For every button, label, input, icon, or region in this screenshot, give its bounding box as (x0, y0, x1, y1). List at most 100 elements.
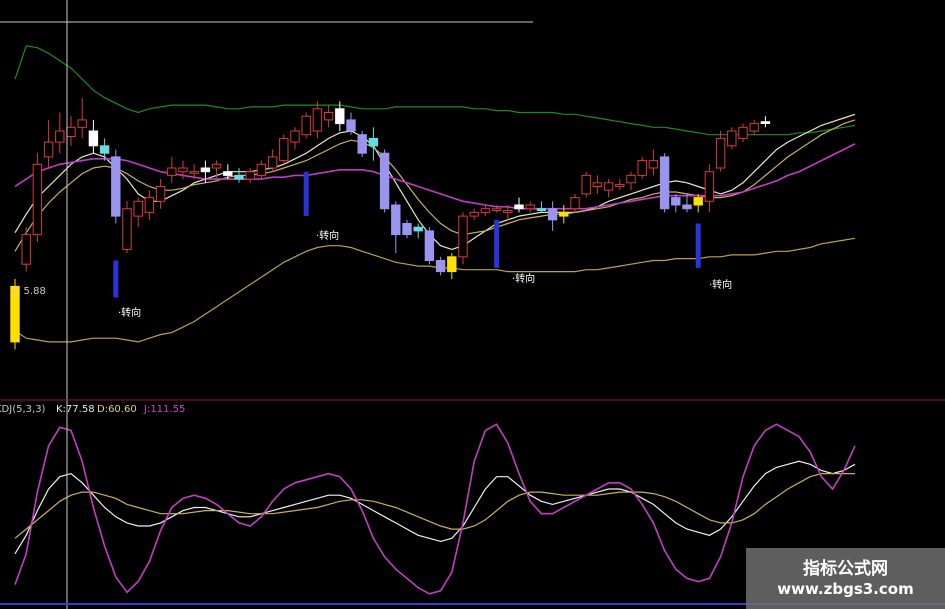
candle (603, 179, 614, 198)
candle-body (435, 260, 446, 273)
candle-body (301, 115, 311, 136)
candle (32, 153, 43, 242)
candle (402, 219, 412, 239)
candle (55, 112, 65, 154)
candle-body (267, 156, 278, 169)
candle-body (536, 208, 547, 211)
candle-body (659, 156, 670, 210)
candle-body (637, 160, 647, 176)
candle-body (99, 145, 110, 154)
candle (715, 131, 726, 172)
candle (637, 156, 647, 180)
candle-body (379, 152, 390, 210)
kdj-line-k (14, 460, 856, 555)
candle (346, 112, 356, 135)
candle (626, 171, 636, 191)
candle (615, 179, 625, 191)
candle (547, 201, 558, 231)
turn-signal-label-1: ·转向 (118, 306, 141, 319)
candle (368, 127, 379, 161)
candle-body (290, 130, 300, 143)
kdj-j-value: J:111.55 (143, 404, 185, 415)
chart-canvas[interactable]: ← 5.88 ·转向 ·转向 ·转向 ·转向 KDJ(5,3,3) K:77.5… (0, 0, 945, 609)
candle (99, 138, 110, 161)
candle-body (413, 226, 423, 232)
candle-body (279, 137, 289, 162)
candle (727, 127, 737, 150)
candle-body (66, 126, 76, 138)
watermark-url: www.zbgs3.com (777, 580, 914, 598)
candle-body (178, 167, 188, 173)
watermark-badge: 指标公式网 www.zbgs3.com (746, 548, 945, 609)
candle-body (615, 184, 625, 187)
candle (458, 212, 468, 265)
series-line-boll-upper (14, 45, 856, 136)
candle (447, 253, 457, 279)
candle-body (211, 163, 222, 169)
candle (570, 193, 580, 213)
candle-body (671, 197, 681, 206)
kline-chart-window: ← 5.88 ·转向 ·转向 ·转向 ·转向 KDJ(5,3,3) K:77.5… (0, 0, 945, 609)
candle-body (570, 197, 580, 210)
candle (424, 227, 435, 265)
candle-body (648, 160, 659, 169)
candle-body (738, 126, 748, 139)
candle-body (447, 256, 457, 273)
candle (749, 119, 759, 135)
candle (559, 205, 569, 224)
candle (760, 116, 771, 128)
candle (514, 197, 524, 213)
candle-body (402, 223, 412, 236)
candle (682, 193, 692, 213)
candle (671, 193, 681, 213)
candle (279, 134, 289, 165)
candle (301, 112, 311, 139)
candle-body (749, 123, 759, 132)
candle-body (503, 210, 513, 213)
candle (21, 227, 31, 272)
candle (256, 160, 267, 180)
candle-body (111, 156, 121, 217)
candle-body (234, 174, 244, 180)
watermark-title: 指标公式网 (803, 559, 888, 579)
candle (379, 149, 390, 213)
kdj-k-value: K:77.58 (56, 404, 95, 415)
candle-body (704, 171, 715, 202)
candle (245, 168, 255, 183)
candle-body (32, 163, 43, 236)
candle (469, 208, 479, 220)
candle-body (122, 208, 132, 250)
candle-body (682, 204, 692, 210)
kdj-lines (14, 423, 856, 595)
candle (659, 153, 670, 213)
kdj-indicator-name: KDJ(5,3,3) (0, 404, 46, 415)
candle (704, 164, 715, 213)
kdj-line-d (14, 473, 855, 539)
series-line-ma-long (14, 143, 856, 210)
kdj-line-j (14, 423, 856, 595)
candle-body (88, 130, 99, 147)
candle (536, 201, 547, 213)
candle (43, 119, 54, 168)
candle-body (469, 211, 479, 217)
candle (167, 156, 177, 183)
candle-body (346, 119, 356, 132)
candle (413, 223, 423, 239)
candle-body (43, 141, 54, 158)
candle (435, 256, 446, 276)
candle-body (144, 197, 155, 213)
turn-signal-bar (695, 223, 701, 268)
turn-signal-label-4: ·转向 (709, 278, 732, 291)
candle (111, 149, 121, 224)
candle-body (223, 171, 233, 176)
candle-body (458, 215, 468, 258)
price-marker-label: ← 5.88 (12, 286, 46, 297)
candle (133, 197, 143, 228)
candle-body (189, 171, 199, 174)
candle-body (603, 182, 614, 191)
turn-signal-bar (303, 171, 309, 217)
candle-body (335, 108, 345, 125)
turn-signal-label-3: ·转向 (512, 272, 535, 285)
candle-body (323, 112, 334, 121)
candle (267, 149, 278, 172)
